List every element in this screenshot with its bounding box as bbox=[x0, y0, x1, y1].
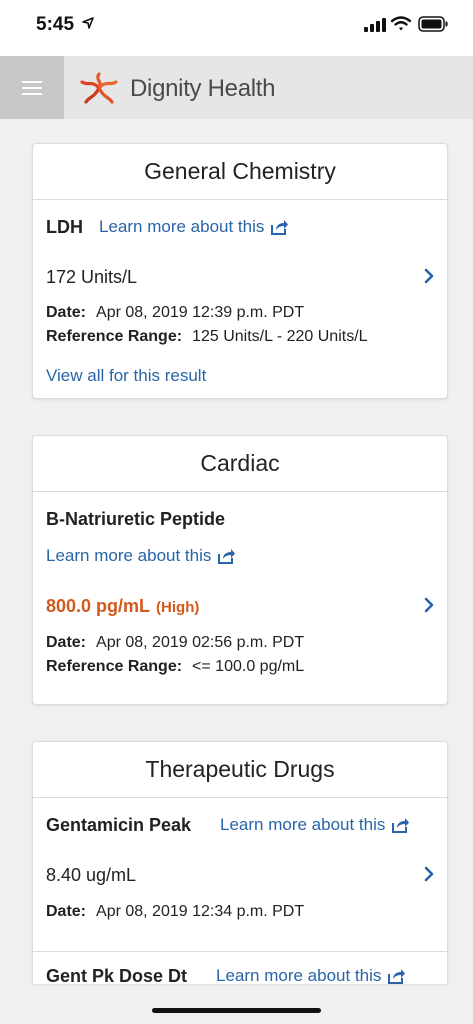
home-indicator[interactable] bbox=[152, 1008, 321, 1013]
dignity-health-logo-icon bbox=[80, 72, 118, 104]
test-name: LDH bbox=[46, 217, 83, 237]
reference-range-row: Reference Range: <= 100.0 pg/mL bbox=[46, 658, 304, 676]
reference-range-label: Reference Range: bbox=[46, 658, 183, 675]
chevron-right-icon[interactable] bbox=[423, 866, 435, 882]
external-share-icon bbox=[218, 548, 236, 564]
reference-range-row: Reference Range: 125 Units/L - 220 Units/… bbox=[46, 328, 368, 346]
brand-name: Dignity Health bbox=[130, 75, 276, 102]
cellular-signal-icon bbox=[364, 18, 386, 32]
result-value-high: 800.0 pg/mL bbox=[46, 596, 151, 616]
external-share-icon bbox=[271, 219, 289, 235]
reference-range-value: 125 Units/L - 220 Units/L bbox=[192, 328, 368, 345]
result-card-general-chemistry: General Chemistry LDH Learn more about t… bbox=[32, 143, 448, 399]
learn-more-link[interactable]: Learn more about this bbox=[99, 217, 289, 237]
test-name: Gentamicin Peak bbox=[46, 815, 192, 835]
test-divider bbox=[33, 951, 447, 952]
reference-range-label: Reference Range: bbox=[46, 328, 183, 345]
result-value: 8.40 ug/mL bbox=[46, 865, 137, 885]
app-header: Dignity Health bbox=[0, 56, 473, 119]
date-value: Apr 08, 2019 12:39 p.m. PDT bbox=[96, 304, 305, 321]
card-title: Cardiac bbox=[33, 436, 447, 492]
learn-more-link[interactable]: Learn more about this bbox=[216, 966, 406, 984]
date-value: Apr 08, 2019 12:34 p.m. PDT bbox=[96, 903, 305, 920]
status-bar: 5:45 bbox=[0, 0, 473, 56]
date-label: Date: bbox=[46, 634, 87, 651]
external-share-icon bbox=[392, 817, 410, 833]
wifi-icon bbox=[391, 16, 411, 31]
battery-icon bbox=[418, 16, 448, 32]
learn-more-link[interactable]: Learn more about this bbox=[46, 546, 236, 566]
card-title: Therapeutic Drugs bbox=[33, 742, 447, 798]
high-flag-badge: (High) bbox=[156, 599, 200, 616]
menu-button[interactable] bbox=[0, 56, 64, 119]
chevron-right-icon[interactable] bbox=[423, 597, 435, 613]
date-value: Apr 08, 2019 02:56 p.m. PDT bbox=[96, 634, 305, 651]
chevron-right-icon[interactable] bbox=[423, 268, 435, 284]
date-row: Date: Apr 08, 2019 02:56 p.m. PDT bbox=[46, 634, 304, 652]
view-all-results-link[interactable]: View all for this result bbox=[46, 366, 206, 386]
date-label: Date: bbox=[46, 304, 87, 321]
result-card-therapeutic-drugs: Therapeutic Drugs Gentamicin Peak Learn … bbox=[32, 741, 448, 984]
hamburger-icon bbox=[22, 80, 42, 95]
result-value: 800.0 pg/mL (High) bbox=[46, 596, 199, 617]
location-arrow-icon bbox=[82, 17, 94, 29]
date-label: Date: bbox=[46, 903, 87, 920]
learn-more-link[interactable]: Learn more about this bbox=[220, 815, 410, 835]
date-row: Date: Apr 08, 2019 12:39 p.m. PDT bbox=[46, 304, 304, 322]
result-value: 172 Units/L bbox=[46, 267, 138, 287]
result-card-cardiac: Cardiac B-Natriuretic Peptide Learn more… bbox=[32, 435, 448, 705]
reference-range-value: <= 100.0 pg/mL bbox=[192, 658, 305, 675]
external-share-icon bbox=[388, 968, 406, 984]
test-name: B-Natriuretic Peptide bbox=[46, 509, 226, 529]
status-time: 5:45 bbox=[36, 14, 75, 35]
date-row: Date: Apr 08, 2019 12:34 p.m. PDT bbox=[46, 903, 304, 921]
test-name: Gent Pk Dose Dt bbox=[46, 966, 188, 984]
card-title: General Chemistry bbox=[33, 144, 447, 200]
